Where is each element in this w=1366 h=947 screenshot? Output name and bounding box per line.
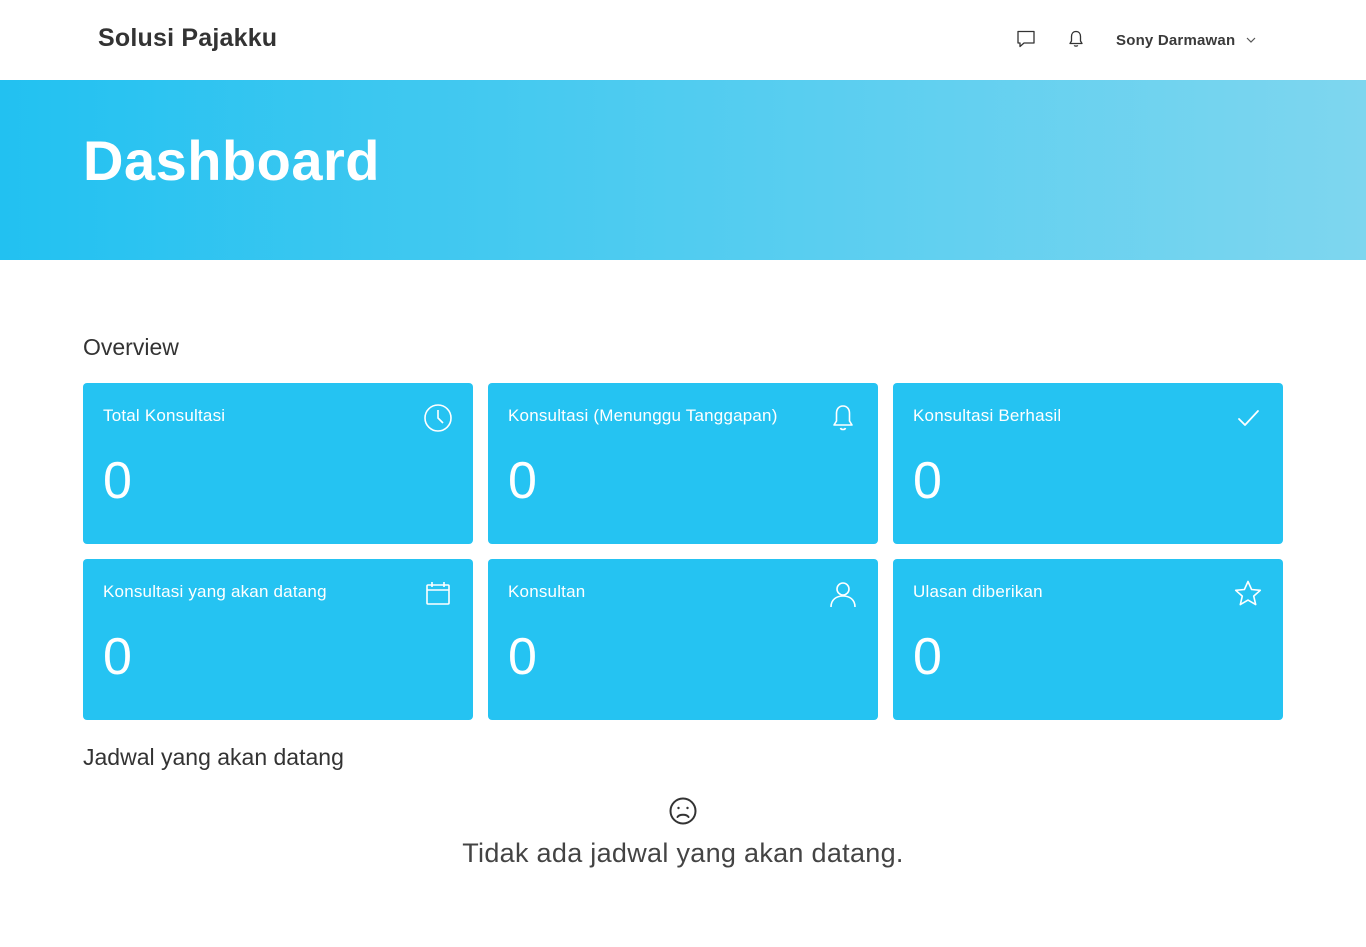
card-value: 0 [103,628,132,686]
stat-card-konsultan[interactable]: Konsultan 0 [488,559,878,720]
card-value: 0 [103,452,132,510]
card-label: Konsultasi Berhasil [913,406,1062,425]
card-value: 0 [508,628,537,686]
card-value: 0 [913,628,942,686]
stat-card-akan-datang[interactable]: Konsultasi yang akan datang 0 [83,559,473,720]
chevron-down-icon [1245,34,1257,46]
sad-face-icon [668,796,698,826]
hero-banner: Dashboard [0,80,1366,260]
schedule-empty-state: Tidak ada jadwal yang akan datang. [0,796,1366,869]
card-value: 0 [913,452,942,510]
empty-schedule-message: Tidak ada jadwal yang akan datang. [462,838,904,868]
card-value: 0 [508,452,537,510]
card-label: Ulasan diberikan [913,582,1043,601]
stat-card-menunggu-tanggapan[interactable]: Konsultasi (Menunggu Tanggapan) 0 [488,383,878,544]
check-icon [1233,403,1263,433]
stat-card-total-konsultasi[interactable]: Total Konsultasi 0 [83,383,473,544]
schedule-heading: Jadwal yang akan datang [83,744,344,770]
user-menu-dropdown[interactable]: Sony Darmawan [1116,29,1257,51]
clock-icon [423,403,453,433]
card-label: Konsultasi yang akan datang [103,582,327,601]
notification-bell-icon[interactable] [1065,28,1087,50]
overview-heading: Overview [83,334,179,360]
star-icon [1233,579,1263,609]
page-title: Dashboard [83,129,380,192]
calendar-icon [423,579,453,609]
card-label: Konsultan [508,582,586,601]
card-label: Konsultasi (Menunggu Tanggapan) [508,406,778,425]
bell-icon [828,403,858,433]
chat-icon[interactable] [1015,28,1037,50]
stat-card-ulasan-diberikan[interactable]: Ulasan diberikan 0 [893,559,1283,720]
user-icon [828,579,858,609]
user-name: Sony Darmawan [1116,31,1236,49]
card-label: Total Konsultasi [103,406,226,425]
top-navbar: Solusi Pajakku Sony Darmawan [0,0,1366,80]
brand-logo[interactable]: Solusi Pajakku [98,24,277,53]
stat-card-konsultasi-berhasil[interactable]: Konsultasi Berhasil 0 [893,383,1283,544]
